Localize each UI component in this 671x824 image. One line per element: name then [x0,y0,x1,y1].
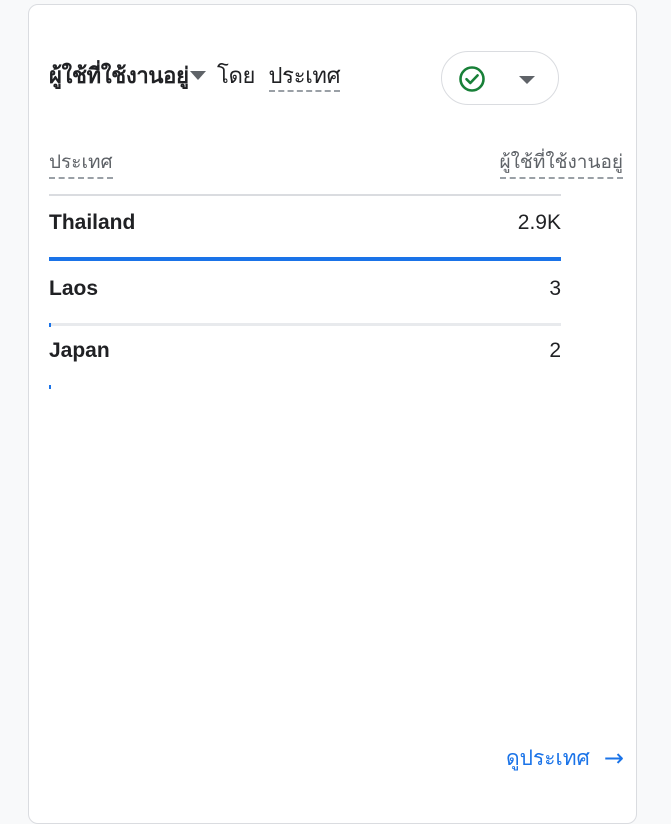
column-header-country[interactable]: ประเทศ [49,150,113,179]
table-row: Thailand 2.9K [49,196,561,261]
dimension-selector[interactable]: ประเทศ [268,64,341,92]
row-value: 3 [549,277,561,300]
row-value: 2.9K [517,211,561,234]
metric-dropdown-icon[interactable] [189,70,206,80]
report-card [28,4,637,824]
row-bar-fill [49,385,51,389]
card-title: ผู้ใช้ที่ใช้งานอยู่ โดย ประเทศ [49,58,341,93]
row-bar-fill [49,257,561,261]
view-countries-label: ดูประเทศ [506,746,590,770]
metric-selector[interactable]: ผู้ใช้ที่ใช้งานอยู่ [49,58,208,93]
metric-label: ผู้ใช้ที่ใช้งานอยู่ [49,64,189,89]
compare-button[interactable] [441,51,559,105]
view-countries-link[interactable]: ดูประเทศ → [506,742,624,775]
row-bar-track [49,257,561,261]
row-bar-track [49,385,561,389]
title-by-label: โดย [217,64,256,89]
chevron-down-icon [519,76,535,84]
table-row: Laos 3 [49,262,561,327]
row-country-name: Thailand [49,211,136,234]
check-circle-icon [459,66,485,92]
row-value: 2 [549,339,561,362]
column-header-active-users[interactable]: ผู้ใช้ที่ใช้งานอยู่ [499,150,623,179]
table-row: Japan 2 [49,324,561,389]
arrow-right-icon: → [603,744,624,772]
row-country-name: Laos [49,277,99,300]
row-country-name: Japan [49,339,110,362]
